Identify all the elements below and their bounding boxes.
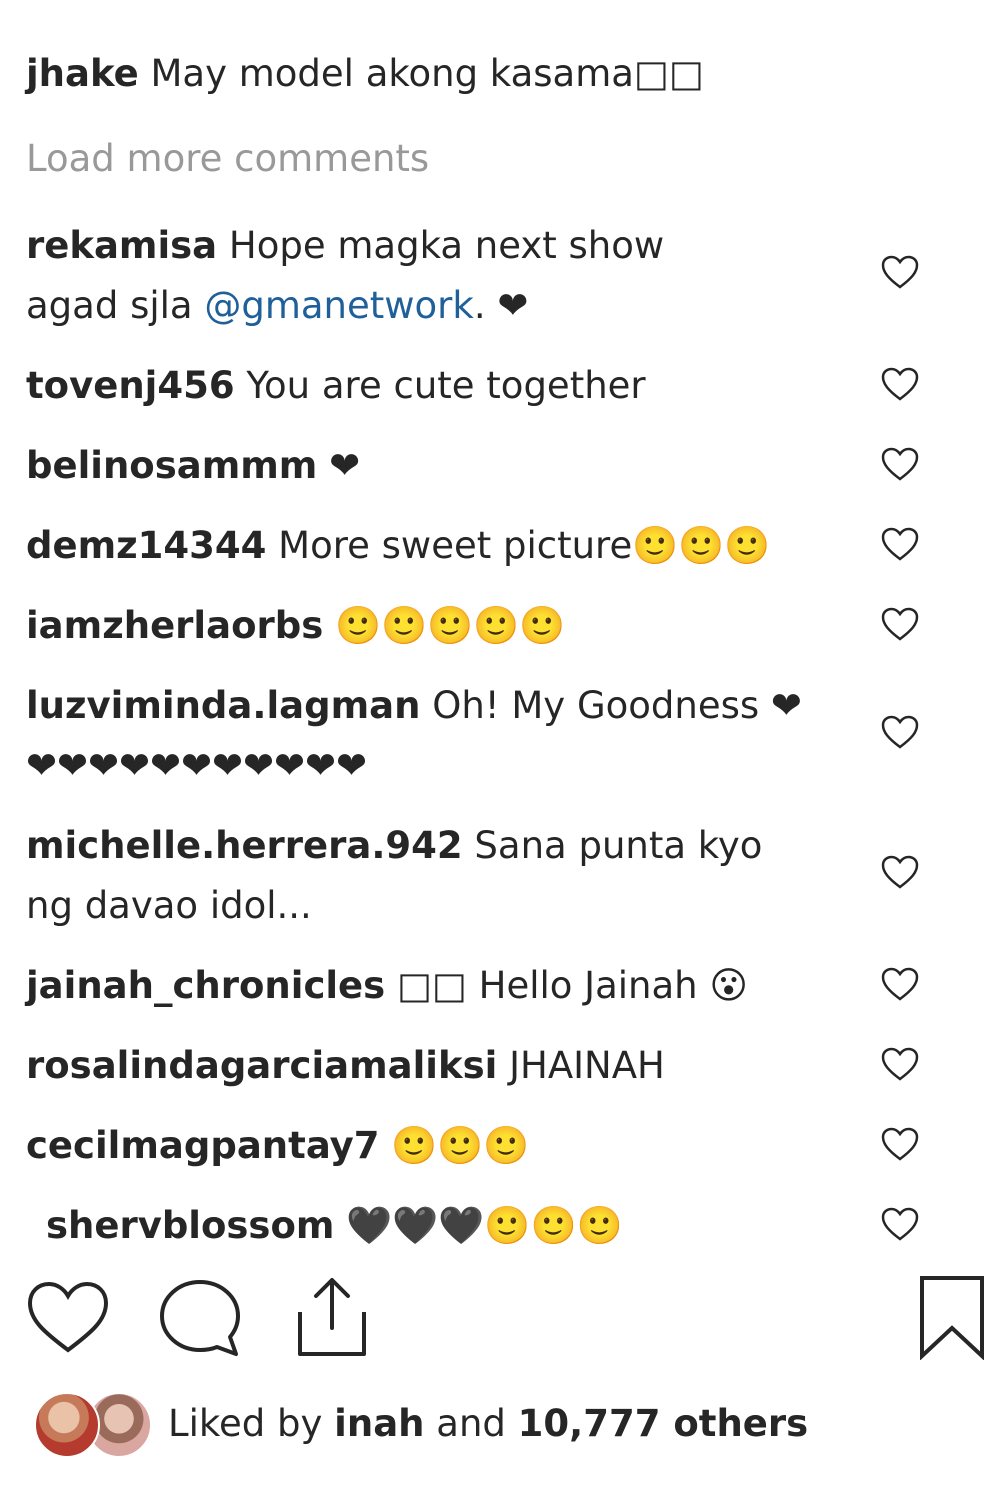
comment-item: michelle.herrera.942 Sana punta kyo ng d… — [0, 816, 1000, 936]
heart-outline-icon — [27, 1281, 109, 1353]
comment-like-button[interactable] — [880, 1046, 920, 1082]
comment-text: 🖤🖤🖤🙂🙂🙂 — [346, 1204, 623, 1245]
comment-username[interactable]: michelle.herrera.942 — [26, 824, 463, 867]
like-button[interactable] — [26, 1280, 110, 1356]
comment-username[interactable]: rosalindagarciamaliksi — [26, 1044, 497, 1087]
comment-item: iamzherlaorbs 🙂🙂🙂🙂🙂 — [0, 596, 1000, 656]
heart-icon — [881, 607, 919, 641]
comment-item: tovenj456 You are cute together — [0, 356, 1000, 416]
post-actions-bar — [0, 1262, 1000, 1382]
comment-text-suffix: . ❤ — [473, 284, 529, 327]
comment-item: luzviminda.lagman Oh! My Goodness ❤❤❤❤❤❤… — [0, 676, 1000, 796]
bookmark-icon — [920, 1276, 984, 1360]
comment-text: ❤ — [329, 444, 361, 487]
comment-username[interactable]: demz14344 — [26, 524, 266, 567]
comment-username[interactable]: jainah_chronicles — [26, 964, 385, 1007]
avatar[interactable] — [34, 1392, 100, 1458]
comment-text-block: demz14344 More sweet picture🙂🙂🙂 — [26, 516, 846, 576]
comment-text: More sweet picture🙂🙂🙂 — [278, 524, 771, 567]
comment-text-block: cecilmagpantay7 🙂🙂🙂 — [26, 1116, 846, 1176]
likes-count-link[interactable]: 10,777 others — [518, 1402, 808, 1445]
comment-username[interactable]: shervblossom — [46, 1204, 334, 1245]
comment-like-button[interactable] — [880, 446, 920, 482]
heart-icon — [881, 367, 919, 401]
comment-item: rekamisa Hope magka next show agad sjla … — [0, 216, 1000, 336]
comment-username[interactable]: rekamisa — [26, 224, 217, 267]
comment-text: 🙂🙂🙂🙂🙂 — [335, 604, 566, 647]
comment-text-block: jainah_chronicles □□ Hello Jainah 😮 — [26, 956, 846, 1016]
comment-username[interactable]: tovenj456 — [26, 364, 235, 407]
comment-username[interactable]: belinosammm — [26, 444, 317, 487]
caption: jhake May model akong kasama□□ — [26, 46, 704, 102]
caption-text: May model akong kasama□□ — [150, 52, 704, 95]
comment-item: rosalindagarciamaliksi JHAINAH — [0, 1036, 1000, 1096]
comment-like-button[interactable] — [880, 606, 920, 642]
comment-text: JHAINAH — [509, 1044, 665, 1087]
comment-item: jainah_chronicles □□ Hello Jainah 😮 — [0, 956, 1000, 1016]
save-button[interactable] — [918, 1274, 986, 1360]
comment-text: You are cute together — [246, 364, 646, 407]
comment-item: belinosammm ❤ — [0, 436, 1000, 496]
heart-icon — [881, 255, 919, 289]
comment-button[interactable] — [158, 1278, 244, 1358]
comment-text-block: shervblossom 🖤🖤🖤🙂🙂🙂 — [46, 1196, 866, 1245]
load-more-comments-button[interactable]: Load more comments — [26, 133, 429, 185]
comment-text-block: luzviminda.lagman Oh! My Goodness ❤❤❤❤❤❤… — [26, 676, 826, 796]
comment-text: 🙂🙂🙂 — [391, 1124, 530, 1167]
comment-item: cecilmagpantay7 🙂🙂🙂 — [0, 1116, 1000, 1176]
heart-icon — [881, 715, 919, 749]
heart-icon — [881, 1047, 919, 1081]
comment-text-block: belinosammm ❤ — [26, 436, 846, 496]
comment-mention-link[interactable]: @gmanetwork — [204, 284, 473, 327]
likes-middle: and — [436, 1402, 506, 1445]
comment-username[interactable]: iamzherlaorbs — [26, 604, 323, 647]
heart-icon — [881, 527, 919, 561]
comment-text-block: rosalindagarciamaliksi JHAINAH — [26, 1036, 846, 1096]
comment-like-button[interactable] — [880, 1206, 920, 1242]
comment-like-button[interactable] — [880, 854, 920, 890]
speech-bubble-icon — [160, 1280, 240, 1356]
comment-username[interactable]: luzviminda.lagman — [26, 684, 420, 727]
heart-icon — [881, 1207, 919, 1241]
heart-icon — [881, 967, 919, 1001]
heart-icon — [881, 447, 919, 481]
comment-like-button[interactable] — [880, 526, 920, 562]
share-upload-icon — [298, 1278, 366, 1356]
comment-like-button[interactable] — [880, 1126, 920, 1162]
comment-text-block: rekamisa Hope magka next show agad sjla … — [26, 216, 726, 336]
comment-text-block: iamzherlaorbs 🙂🙂🙂🙂🙂 — [26, 596, 846, 656]
comment-username[interactable]: cecilmagpantay7 — [26, 1124, 380, 1167]
comment-like-button[interactable] — [880, 366, 920, 402]
likes-summary: Liked by inah and 10,777 others — [168, 1396, 808, 1452]
comments-list: jhake May model akong kasama□□ Load more… — [0, 0, 1000, 1245]
comment-like-button[interactable] — [880, 254, 920, 290]
heart-icon — [881, 1127, 919, 1161]
liked-by-row: Liked by inah and 10,777 others — [34, 1392, 934, 1458]
likes-user-link[interactable]: inah — [334, 1402, 424, 1445]
likes-prefix: Liked by — [168, 1402, 323, 1445]
comment-text-block: michelle.herrera.942 Sana punta kyo ng d… — [26, 816, 806, 936]
comment-item: shervblossom 🖤🖤🖤🙂🙂🙂 — [0, 1196, 1000, 1245]
comment-text-block: tovenj456 You are cute together — [26, 356, 846, 416]
comment-text: □□ Hello Jainah 😮 — [396, 964, 748, 1007]
caption-username[interactable]: jhake — [26, 52, 139, 95]
comment-item: demz14344 More sweet picture🙂🙂🙂 — [0, 516, 1000, 576]
comment-like-button[interactable] — [880, 714, 920, 750]
heart-icon — [881, 855, 919, 889]
comment-like-button[interactable] — [880, 966, 920, 1002]
share-button[interactable] — [294, 1276, 370, 1358]
